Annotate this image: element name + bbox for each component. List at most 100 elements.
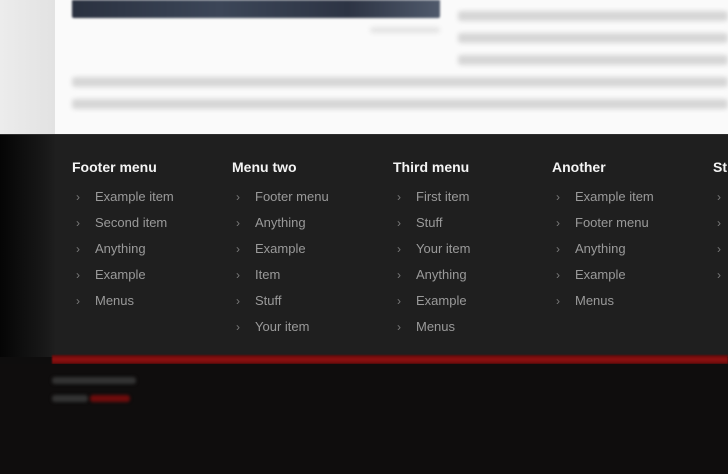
footer-column-5: St › › › › <box>713 159 728 293</box>
chevron-right-icon: › <box>397 320 401 334</box>
footer-menu-list: › Example item › Second item › Anything › Ex… <box>72 189 174 319</box>
footer-menu-link[interactable]: Stuff <box>255 293 282 309</box>
footer-menu-link[interactable]: Example item <box>575 189 654 205</box>
footer-menu-item[interactable]: › <box>713 267 728 293</box>
footer-menu-list: › › › › <box>713 189 728 293</box>
footer-menu-list: › Example item › Footer menu › Anything › Ex… <box>552 189 654 319</box>
footer-menu-link[interactable]: Example <box>575 267 626 283</box>
footer-menu-item[interactable]: › <box>713 241 728 267</box>
footer-menu-item[interactable]: › Anything <box>552 241 654 267</box>
footer-menu-item[interactable]: › Stuff <box>232 293 329 319</box>
chevron-right-icon: › <box>76 242 80 256</box>
blurred-text-line <box>72 99 728 109</box>
footer-menu-link[interactable]: Example <box>95 267 146 283</box>
footer-menu-item[interactable]: › Example item <box>552 189 654 215</box>
chevron-right-icon: › <box>556 216 560 230</box>
chevron-right-icon: › <box>76 268 80 282</box>
footer-menu-item[interactable]: › Example <box>232 241 329 267</box>
chevron-right-icon: › <box>76 294 80 308</box>
chevron-right-icon: › <box>236 320 240 334</box>
article-image[interactable] <box>72 0 440 18</box>
chevron-right-icon: › <box>76 190 80 204</box>
footer-menu-link[interactable]: Example <box>255 241 306 257</box>
footer-menu-link[interactable]: Menus <box>95 293 134 309</box>
footer-column-title: Menu two <box>232 159 297 175</box>
footer-menu-list: › Footer menu › Anything › Example › Item › S… <box>232 189 329 345</box>
footer-menu-link[interactable]: Item <box>255 267 280 283</box>
blurred-text-line <box>72 77 728 87</box>
footer-column-2: Menu two › Footer menu › Anything › Example… <box>232 159 329 345</box>
footer-menu-link[interactable]: Anything <box>416 267 467 283</box>
footer-menu-item[interactable]: › Footer menu <box>232 189 329 215</box>
footer-menu-item[interactable]: › Item <box>232 267 329 293</box>
footer-menu-link[interactable]: Anything <box>575 241 626 257</box>
footer-menu-item[interactable]: › Example <box>393 293 470 319</box>
footer-menu-link[interactable]: Menus <box>575 293 614 309</box>
footer-menu-link[interactable]: Example item <box>95 189 174 205</box>
chevron-right-icon: › <box>236 294 240 308</box>
blurred-caption <box>370 27 440 33</box>
footer-menu-link[interactable]: Example <box>416 293 467 309</box>
footer-menu-item[interactable]: › Menus <box>393 319 470 345</box>
footer-menu-item[interactable]: › Second item <box>72 215 174 241</box>
footer-menu-item[interactable]: › Anything <box>232 215 329 241</box>
footer-menu-link[interactable]: Your item <box>416 241 470 257</box>
chevron-right-icon: › <box>236 190 240 204</box>
footer-menu-item[interactable]: › Menus <box>552 293 654 319</box>
chevron-right-icon: › <box>397 190 401 204</box>
site-footer: Footer menu › Example item › Second item ›… <box>0 134 728 357</box>
chevron-right-icon: › <box>717 242 721 256</box>
chevron-right-icon: › <box>76 216 80 230</box>
chevron-right-icon: › <box>717 216 721 230</box>
footer-menu-item[interactable]: › Anything <box>72 241 174 267</box>
footer-menu-link[interactable]: Anything <box>255 215 306 231</box>
chevron-right-icon: › <box>717 268 721 282</box>
footer-menu-item[interactable]: › Footer menu <box>552 215 654 241</box>
chevron-right-icon: › <box>397 216 401 230</box>
footer-column-title: St <box>713 159 727 175</box>
footer-menu-item[interactable]: › Anything <box>393 267 470 293</box>
footer-menu-link[interactable]: Footer menu <box>575 215 649 231</box>
chevron-right-icon: › <box>236 268 240 282</box>
blurred-text-line <box>458 11 728 21</box>
footer-bottom-bar <box>0 364 728 474</box>
footer-menu-link[interactable]: Menus <box>416 319 455 335</box>
footer-menu-item[interactable]: › Your item <box>232 319 329 345</box>
footer-column-title: Another <box>552 159 606 175</box>
blurred-text-line <box>458 55 728 65</box>
chevron-right-icon: › <box>397 268 401 282</box>
footer-menu-item[interactable]: › <box>713 215 728 241</box>
blurred-text-line <box>458 33 728 43</box>
left-sidebar-strip <box>0 0 55 134</box>
footer-menu-link[interactable]: Your item <box>255 319 309 335</box>
chevron-right-icon: › <box>556 268 560 282</box>
footer-column-title: Footer menu <box>72 159 157 175</box>
blurred-credit-link[interactable] <box>90 395 130 402</box>
footer-menu-item[interactable]: › Example item <box>72 189 174 215</box>
chevron-right-icon: › <box>397 294 401 308</box>
footer-menu-item[interactable]: › Your item <box>393 241 470 267</box>
footer-menu-item[interactable]: › First item <box>393 189 470 215</box>
footer-menu-link[interactable]: Stuff <box>416 215 443 231</box>
footer-menu-item[interactable]: › Stuff <box>393 215 470 241</box>
footer-menu-link[interactable]: Anything <box>95 241 146 257</box>
chevron-right-icon: › <box>236 216 240 230</box>
footer-menu-link[interactable]: Footer menu <box>255 189 329 205</box>
footer-menu-item[interactable]: › Example <box>72 267 174 293</box>
footer-menu-item[interactable]: › Example <box>552 267 654 293</box>
footer-column-1: Footer menu › Example item › Second item ›… <box>72 159 174 319</box>
footer-left-strip <box>0 135 55 357</box>
footer-column-4: Another › Example item › Footer menu › Anyt… <box>552 159 654 319</box>
chevron-right-icon: › <box>397 242 401 256</box>
footer-menu-list: › First item › Stuff › Your item › Anything … <box>393 189 470 345</box>
footer-menu-link[interactable]: First item <box>416 189 469 205</box>
footer-menu-link[interactable]: Second item <box>95 215 167 231</box>
chevron-right-icon: › <box>556 242 560 256</box>
footer-column-title: Third menu <box>393 159 470 175</box>
footer-menu-item[interactable]: › Menus <box>72 293 174 319</box>
chevron-right-icon: › <box>556 190 560 204</box>
blurred-theme-credit-line <box>52 395 88 402</box>
main-content-area <box>0 0 728 134</box>
footer-menu-item[interactable]: › <box>713 189 728 215</box>
footer-column-3: Third menu › First item › Stuff › Your item… <box>393 159 470 345</box>
